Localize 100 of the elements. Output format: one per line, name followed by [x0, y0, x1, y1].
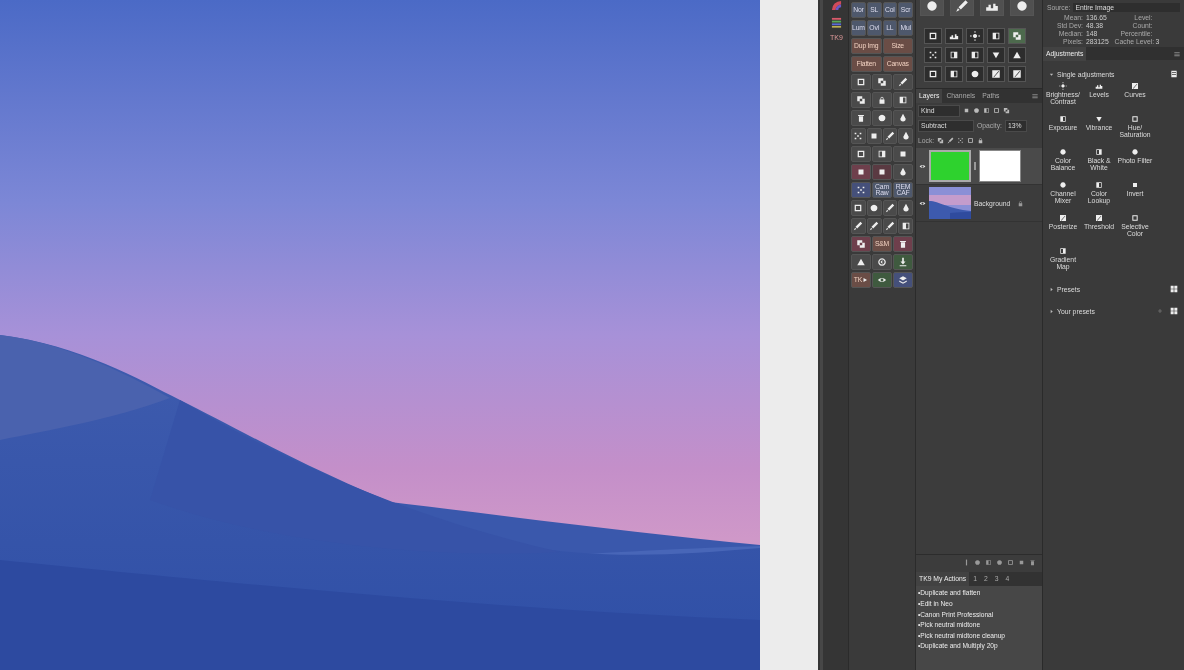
link-icon[interactable]: [963, 558, 970, 566]
curve-icon: [991, 69, 1001, 79]
squares-icon: [1012, 31, 1022, 41]
tool-button[interactable]: [851, 200, 866, 216]
squares-icon[interactable]: [937, 137, 945, 144]
half-icon: [898, 95, 908, 105]
tool-button[interactable]: [872, 74, 892, 90]
drop-icon: [898, 113, 908, 123]
tool-button[interactable]: [872, 146, 892, 162]
adjustment-button[interactable]: [945, 47, 963, 63]
tool-button[interactable]: [872, 272, 892, 288]
half-icon[interactable]: [983, 107, 990, 114]
layer-row[interactable]: [916, 148, 1042, 185]
lock-icon[interactable]: [977, 137, 985, 144]
adjustment-button[interactable]: [924, 28, 942, 44]
tool-button[interactable]: [893, 272, 913, 288]
tool-button[interactable]: [950, 0, 974, 16]
adjustment-button[interactable]: [966, 28, 984, 44]
chevron-right-icon[interactable]: [1049, 286, 1054, 292]
adjustment-button[interactable]: [966, 47, 984, 63]
trash-icon[interactable]: [1029, 558, 1036, 566]
brush-icon: [884, 203, 895, 213]
frame-icon[interactable]: [1007, 558, 1014, 566]
tool-button[interactable]: [893, 110, 913, 126]
adjustment-button[interactable]: [966, 66, 984, 82]
chevron-right-icon[interactable]: [1049, 308, 1054, 314]
swatches-icon[interactable]: [831, 17, 842, 28]
brush-icon[interactable]: [947, 137, 955, 144]
tool-button[interactable]: [851, 110, 871, 126]
tool-button[interactable]: [882, 128, 898, 144]
tool-button[interactable]: [866, 128, 882, 144]
adjustment-button[interactable]: [1008, 66, 1026, 82]
tool-button[interactable]: [898, 128, 913, 144]
tool-button[interactable]: [980, 0, 1004, 16]
adjustment-button[interactable]: [987, 47, 1005, 63]
grid-icon: [928, 50, 938, 60]
frame-icon: [1131, 115, 1139, 123]
tool-button[interactable]: [851, 218, 866, 234]
grid-view-icon[interactable]: [1170, 307, 1178, 315]
tool-button[interactable]: [893, 236, 913, 252]
tool-button[interactable]: [872, 92, 892, 108]
trash-icon: [898, 239, 908, 249]
tool-button[interactable]: [898, 218, 913, 234]
eye-icon[interactable]: [919, 199, 926, 207]
tool-button[interactable]: [866, 218, 882, 234]
color-wheel-icon[interactable]: [831, 0, 842, 11]
tool-button[interactable]: [866, 200, 882, 216]
frame-icon[interactable]: [967, 137, 975, 144]
tool-button[interactable]: [872, 254, 892, 270]
drop-icon: [898, 167, 908, 177]
layers-icon: [898, 275, 908, 285]
tool-button[interactable]: [851, 164, 871, 180]
brush-icon: [884, 131, 895, 141]
half-icon[interactable]: [985, 558, 992, 566]
tool-button[interactable]: [1010, 0, 1034, 16]
tool-button[interactable]: [893, 92, 913, 108]
frame-icon: [856, 77, 866, 87]
squares-icon: [877, 77, 887, 87]
grid-view-icon[interactable]: [1170, 285, 1178, 293]
tool-button[interactable]: [851, 236, 871, 252]
mask-thumbnail: [979, 150, 1021, 182]
tool-button[interactable]: [872, 164, 892, 180]
adjustment-button[interactable]: [987, 66, 1005, 82]
menu-icon[interactable]: [1031, 92, 1039, 100]
tool-button[interactable]: [851, 74, 871, 90]
triangle-icon: [1012, 50, 1022, 60]
adjustment-button[interactable]: [945, 28, 963, 44]
tool-button[interactable]: [882, 200, 898, 216]
chevron-down-icon[interactable]: [1049, 71, 1054, 77]
adjustment-button[interactable]: [1008, 47, 1026, 63]
brush-icon: [955, 0, 969, 13]
squares-icon: [856, 95, 866, 105]
trash-icon: [856, 113, 866, 123]
tool-button[interactable]: [898, 200, 913, 216]
tool-button[interactable]: [851, 128, 866, 144]
adjustment-button[interactable]: [1008, 28, 1026, 44]
tool-button[interactable]: [920, 0, 944, 16]
menu-icon[interactable]: [1173, 49, 1181, 58]
list-view-icon[interactable]: [1170, 70, 1178, 78]
adjustment-button[interactable]: [987, 28, 1005, 44]
half2-icon: [1095, 148, 1103, 156]
tool-button[interactable]: [893, 146, 913, 162]
bars-icon: [949, 31, 959, 41]
frame-icon[interactable]: [993, 107, 1000, 114]
grid-icon[interactable]: [957, 137, 965, 144]
adjustment-button[interactable]: [924, 66, 942, 82]
tool-button[interactable]: [893, 164, 913, 180]
tool-button[interactable]: [893, 74, 913, 90]
adjustment-button[interactable]: [945, 66, 963, 82]
tool-button[interactable]: [882, 218, 898, 234]
squares-icon[interactable]: [1003, 107, 1010, 114]
tool-button[interactable]: [851, 92, 871, 108]
tool-button[interactable]: [851, 146, 871, 162]
tool-button[interactable]: [872, 110, 892, 126]
download-icon: [898, 257, 908, 267]
tool-button[interactable]: [851, 254, 871, 270]
tool-button[interactable]: [893, 254, 913, 270]
brush-icon: [853, 221, 864, 231]
adjustment-button[interactable]: [924, 47, 942, 63]
eye-icon[interactable]: [919, 162, 926, 170]
